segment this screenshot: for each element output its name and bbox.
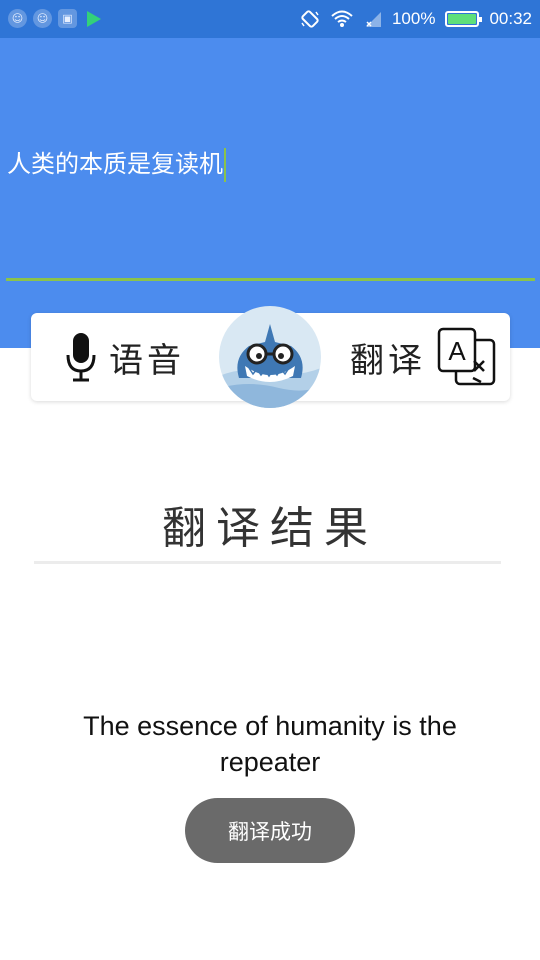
translate-button[interactable]: 翻译 A — [350, 313, 498, 401]
play-store-icon — [87, 11, 101, 27]
translation-result: The essence of humanity is the repeater — [83, 711, 457, 777]
toast-message: 翻译成功 — [185, 798, 355, 863]
gallery-icon: ▣ — [58, 9, 77, 28]
wifi-icon — [331, 10, 353, 27]
microphone-icon — [66, 333, 96, 382]
result-title: 翻译结果 — [162, 503, 378, 554]
clock: 00:32 — [489, 9, 532, 28]
voice-button[interactable]: 语音 — [65, 313, 185, 401]
source-text: 人类的本质是复读机 — [7, 150, 223, 178]
svg-text:A: A — [448, 336, 466, 366]
shark-mascot-icon[interactable] — [219, 306, 321, 408]
battery-icon — [445, 11, 483, 27]
android-robot-icon: ☺ — [8, 9, 27, 28]
toast-text: 翻译成功 — [228, 819, 312, 844]
source-text-input[interactable]: 人类的本质是复读机 — [7, 146, 226, 182]
android-robot-icon: ☺ — [33, 9, 52, 28]
result-divider — [34, 561, 501, 564]
status-bar: ☺ ☺ ▣ 100% 00:32 — [0, 0, 540, 38]
battery-level — [448, 14, 477, 24]
signal-icon — [365, 12, 381, 27]
translate-icon: A — [437, 327, 496, 386]
system-status: 100% 00:32 — [300, 0, 532, 38]
battery-percent: 100% — [391, 9, 436, 28]
rotate-icon — [301, 10, 319, 28]
input-underline — [6, 278, 535, 281]
input-area[interactable]: 人类的本质是复读机 — [0, 38, 540, 348]
voice-label: 语音 — [109, 340, 185, 381]
text-caret — [224, 148, 226, 182]
translate-label: 翻译 — [350, 340, 426, 381]
notification-icons: ☺ ☺ ▣ — [8, 9, 101, 28]
